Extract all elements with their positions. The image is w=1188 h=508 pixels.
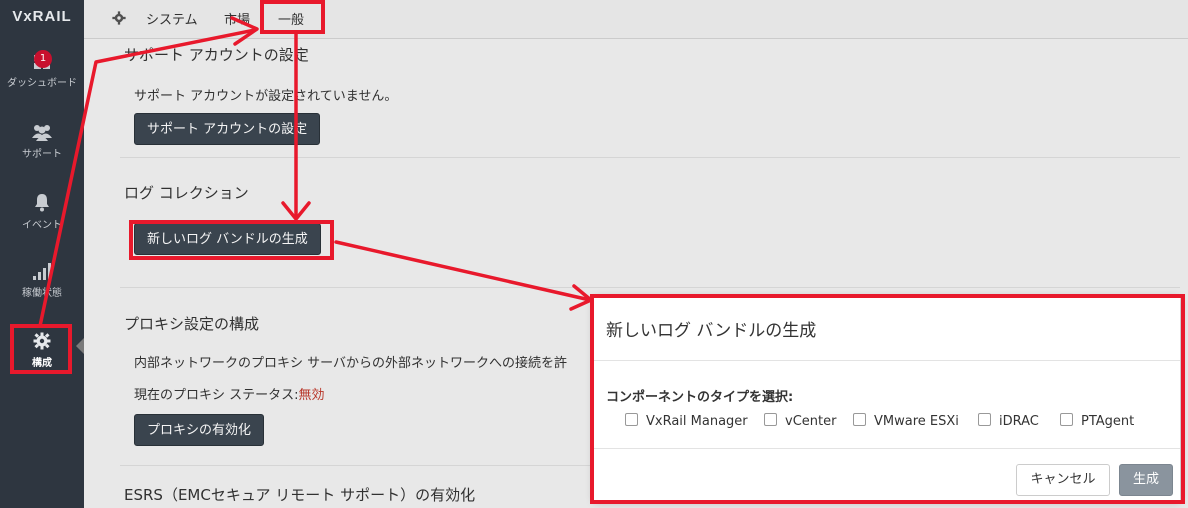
support-account-button[interactable]: サポート アカウントの設定 <box>134 113 321 145</box>
checkbox-box[interactable] <box>978 413 991 426</box>
divider <box>120 287 1180 288</box>
cancel-button[interactable]: キャンセル <box>1016 464 1110 496</box>
sidebar-item-label: イベント <box>22 220 62 231</box>
sidebar-item-label: ダッシュボード <box>7 78 77 89</box>
vxrail-logo: VxRAIL <box>12 8 72 25</box>
log-collection-title: ログ コレクション <box>124 184 249 202</box>
support-account-status: サポート アカウントが設定されていません。 <box>134 89 398 104</box>
tab-market[interactable]: 市場 <box>224 9 250 28</box>
tab-system[interactable]: システム <box>146 9 198 28</box>
proxy-description: 内部ネットワークのプロキシ サーバからの外部ネットワークへの接続を許 <box>134 356 568 371</box>
generate-button[interactable]: 生成 <box>1119 464 1173 496</box>
sidebar: VxRAIL 1 ダッシュボード サポート イベント 稼働状態 構成 <box>0 0 84 508</box>
checkbox-label: PTAgent <box>1081 414 1135 429</box>
proxy-settings-title: プロキシ設定の構成 <box>124 315 260 333</box>
users-icon <box>0 123 84 141</box>
signal-bars-icon <box>0 262 84 280</box>
checkbox-label: VMware ESXi <box>874 414 959 429</box>
sidebar-item-support[interactable]: サポート <box>0 123 84 160</box>
checkbox-label: iDRAC <box>999 414 1039 429</box>
sidebar-item-label: サポート <box>22 149 62 160</box>
divider <box>594 360 1180 361</box>
active-indicator <box>76 338 84 354</box>
divider <box>594 448 1180 449</box>
tab-general[interactable]: 一般 <box>278 9 304 28</box>
bell-icon <box>0 193 84 212</box>
checkbox-ptagent[interactable]: PTAgent <box>1060 413 1134 429</box>
sidebar-item-label: 稼働状態 <box>22 288 62 299</box>
generate-log-bundle-dialog: 新しいログ バンドルの生成 コンポーネントのタイプを選択: VxRail Man… <box>594 296 1180 500</box>
checkbox-vxrail-manager[interactable]: VxRail Manager <box>625 413 748 429</box>
enable-proxy-button[interactable]: プロキシの有効化 <box>134 414 265 446</box>
checkbox-vcenter[interactable]: vCenter <box>764 413 836 429</box>
checkbox-box[interactable] <box>1060 413 1073 426</box>
notification-badge: 1 <box>34 50 52 68</box>
component-type-label: コンポーネントのタイプを選択: <box>606 390 794 405</box>
proxy-status: 現在のプロキシ ステータス:無効 <box>134 384 325 403</box>
checkbox-box[interactable] <box>764 413 777 426</box>
divider <box>120 157 1180 158</box>
dialog-title: 新しいログ バンドルの生成 <box>606 321 817 341</box>
checkbox-label: VxRail Manager <box>646 414 748 429</box>
gear-icon <box>0 332 84 350</box>
checkbox-box[interactable] <box>853 413 866 426</box>
sidebar-item-health[interactable]: 稼働状態 <box>0 262 84 299</box>
esrs-title: ESRS（EMCセキュア リモート サポート）の有効化 <box>124 486 476 504</box>
support-account-title: サポート アカウントの設定 <box>124 46 309 64</box>
proxy-status-label: 現在のプロキシ ステータス: <box>134 388 299 403</box>
checkbox-box[interactable] <box>625 413 638 426</box>
sidebar-item-dashboard[interactable]: 1 ダッシュボード <box>0 50 84 89</box>
sidebar-item-label: 構成 <box>32 358 52 369</box>
top-tab-bar: システム 市場 一般 <box>84 0 1188 39</box>
settings-gear-icon <box>112 10 126 29</box>
proxy-status-value: 無効 <box>298 388 325 403</box>
generate-log-bundle-button[interactable]: 新しいログ バンドルの生成 <box>134 223 321 255</box>
sidebar-item-events[interactable]: イベント <box>0 193 84 231</box>
checkbox-label: vCenter <box>785 414 837 429</box>
sidebar-item-configuration[interactable]: 構成 <box>0 332 84 369</box>
checkbox-idrac[interactable]: iDRAC <box>978 413 1039 429</box>
checkbox-vmware-esxi[interactable]: VMware ESXi <box>853 413 959 429</box>
